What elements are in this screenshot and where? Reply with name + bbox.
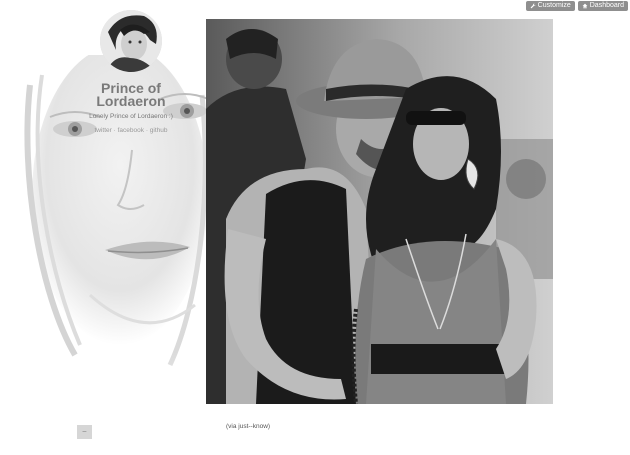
post-photo[interactable] <box>206 19 553 404</box>
home-icon <box>582 3 588 9</box>
twitter-link[interactable]: twitter <box>94 127 111 134</box>
social-links: twitter · facebook · github <box>70 127 192 134</box>
dashboard-button[interactable]: Dashboard <box>577 1 628 11</box>
dashboard-label: Dashboard <box>589 2 624 9</box>
customize-button[interactable]: Customize <box>525 1 575 11</box>
customize-label: Customize <box>537 2 571 9</box>
blog-title-line2: Lordaeron <box>96 93 166 109</box>
avatar[interactable] <box>100 10 162 72</box>
blog-description: Lonely Prince of Lordaeron :) <box>89 113 173 120</box>
source-link[interactable]: just--know <box>238 423 268 430</box>
separator: · <box>145 127 148 134</box>
blog-title[interactable]: Prince of Lordaeron <box>83 81 179 109</box>
facebook-link[interactable]: facebook <box>118 127 144 134</box>
scroll-top-button[interactable]: – <box>77 425 92 439</box>
blog-controls: Customize Dashboard <box>525 1 628 11</box>
wrench-icon <box>530 3 536 9</box>
separator: · <box>113 127 116 134</box>
post-caption: (via just--know) <box>226 423 270 430</box>
caption-suffix: ) <box>267 423 271 430</box>
caption-prefix: (via <box>226 423 239 430</box>
github-link[interactable]: github <box>150 127 168 134</box>
